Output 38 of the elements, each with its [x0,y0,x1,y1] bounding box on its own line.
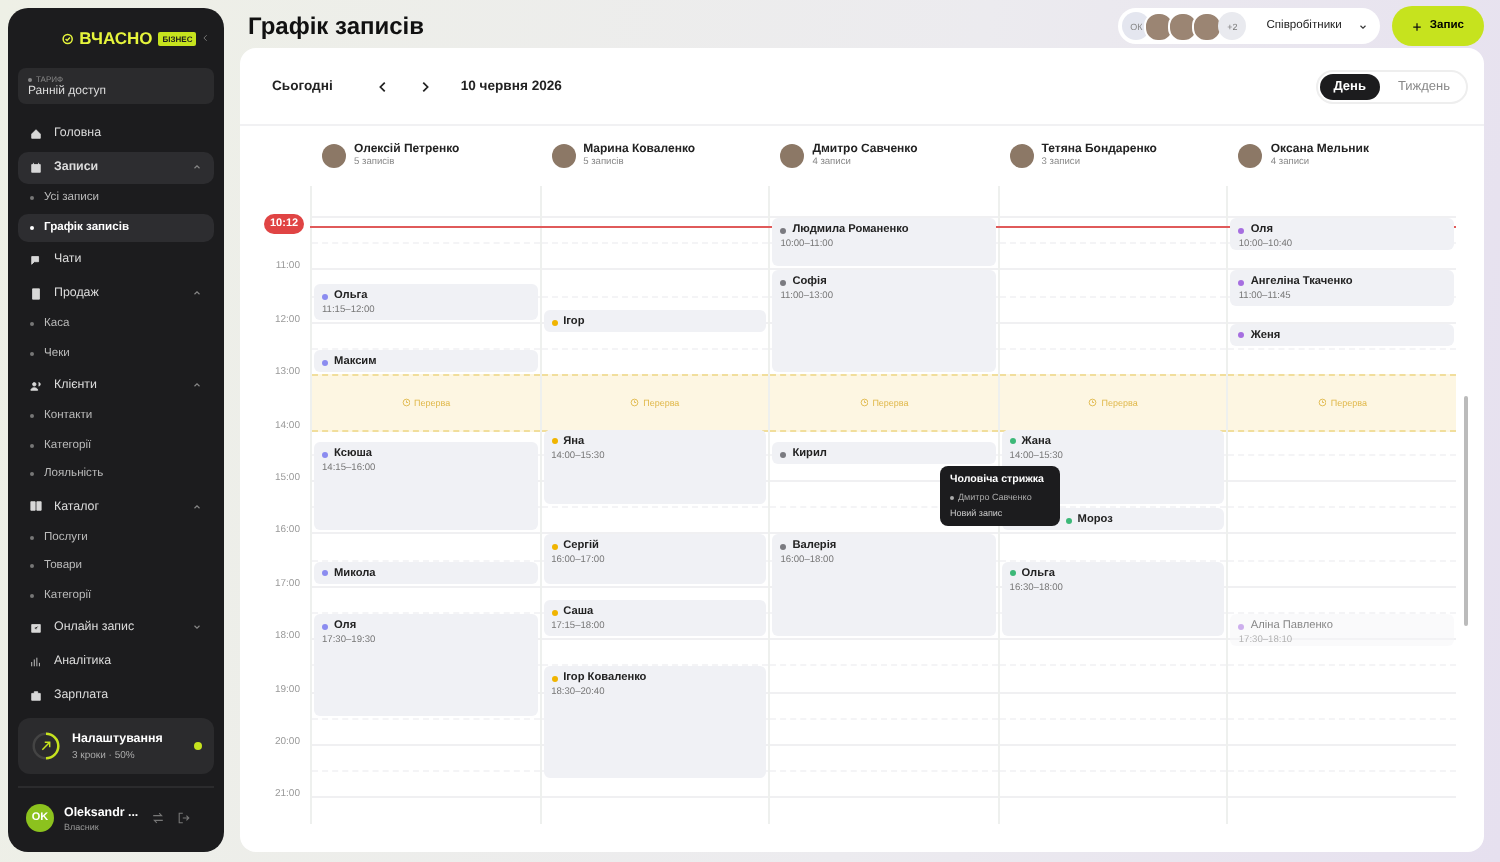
staff-avatar [1238,144,1263,168]
chevron-icon [1357,21,1368,31]
logo-text: ВЧАСНО [79,28,153,48]
previous-icon[interactable] [376,79,391,93]
nav-icon [30,379,42,391]
clock-icon [1088,398,1098,408]
nav-icon [30,253,42,265]
nav-icon [30,127,42,139]
clock-icon [859,398,869,408]
page-title: Графік записів [248,12,425,40]
nav-icon [30,287,42,299]
switch-icon[interactable] [152,812,165,824]
next-icon[interactable] [418,79,433,93]
clock-icon [401,398,410,408]
staff-avatar [1168,11,1199,41]
nav-icon [30,621,42,633]
collapse-icon[interactable] [202,32,210,44]
logo-icon [62,29,74,47]
staff-avatar [780,144,805,168]
plus-icon [1411,21,1422,31]
staff-avatar [322,144,346,168]
staff-avatar [1192,11,1223,41]
staff-avatar [551,144,576,168]
nav-icon [30,161,42,173]
nav-icon [30,655,42,667]
staff-avatar [1144,11,1175,41]
clock-icon [1317,398,1327,408]
staff-avatar [1009,144,1034,168]
chevron-icon [192,501,202,511]
nav-icon [30,500,42,512]
status-dot [194,742,202,750]
clock-icon [630,398,640,408]
chevron-icon [192,380,202,390]
nav-icon [30,689,42,701]
chevron-icon [192,288,202,298]
chevron-icon [192,162,202,172]
chevron-icon [192,622,202,632]
logout-icon[interactable] [178,812,191,824]
